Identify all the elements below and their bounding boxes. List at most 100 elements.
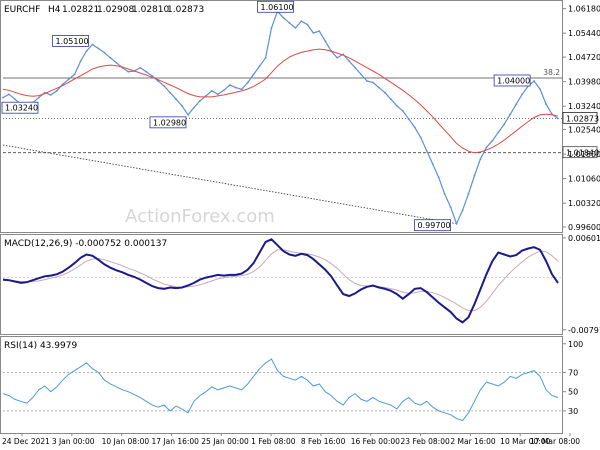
price-point — [348, 60, 351, 62]
price-point — [312, 31, 315, 34]
price-point — [533, 80, 536, 82]
x-tick-label: 25 Jan 00:00 — [201, 437, 249, 446]
y-tick-label: 100 — [568, 340, 583, 349]
y-tick-label: 1.05440 — [568, 29, 600, 38]
price-point — [55, 90, 58, 92]
price-point — [336, 56, 339, 59]
price-point — [187, 113, 189, 116]
x-tick-label: 17 Mar 08:00 — [530, 437, 580, 446]
price-point — [288, 22, 291, 24]
y-tick-label: 1.03980 — [568, 78, 600, 87]
x-tick-label: 24 Dec 2021 — [2, 437, 50, 446]
axis-layer: 1.018401.061801.054401.047201.039801.032… — [2, 5, 600, 446]
price-point — [67, 78, 70, 81]
price-point — [425, 149, 428, 152]
price-point — [91, 43, 94, 46]
price-point — [378, 86, 380, 89]
price-point — [401, 109, 404, 112]
x-tick-label: 17 Jan 16:00 — [151, 437, 199, 446]
price-point — [240, 88, 243, 91]
y-tick-label: 0.99600 — [568, 223, 600, 232]
moving-average-line — [2, 48, 559, 154]
price-point — [79, 60, 82, 62]
price-point — [467, 192, 470, 195]
annotation-layer: 1.03240 1.05100 1.02980 1.06100 0.99700 1.040… — [1, 0, 531, 232]
x-tick-label: 3 Jan 00:00 — [52, 437, 95, 446]
y-tick-label: 70 — [568, 369, 578, 378]
y-tick-label: 1.03240 — [568, 102, 600, 111]
low-value: 1.02810 — [132, 5, 169, 15]
price-point — [407, 118, 410, 121]
price-point — [258, 65, 261, 67]
x-tick-label: 2 Mar 16:00 — [450, 437, 496, 446]
price-point — [103, 51, 106, 54]
price-point — [127, 70, 130, 73]
price-point — [216, 93, 219, 96]
x-tick-label: 16 Feb 00:00 — [351, 437, 400, 446]
y-tick-label: 50 — [568, 388, 578, 397]
price-point — [461, 209, 464, 212]
price-point — [49, 94, 52, 96]
y-tick-label: 1.04720 — [568, 53, 600, 62]
rsi-label: RSI(14) 43.9979 — [4, 341, 77, 351]
price-point — [413, 126, 416, 129]
price-point — [515, 103, 518, 106]
price-point — [557, 117, 559, 120]
close-value: 1.02873 — [167, 5, 204, 15]
price-point — [443, 192, 446, 195]
price-point — [145, 70, 148, 73]
price-point — [169, 91, 171, 94]
watermark-text: ActionForex.com — [125, 206, 275, 227]
price-point — [222, 89, 225, 92]
price-annotation-label: 1.06100 — [261, 3, 294, 12]
symbol-label: EURCHF — [4, 5, 40, 15]
price-point — [85, 50, 88, 53]
x-tick-label: 1 Feb 08:00 — [251, 437, 296, 446]
price-point — [354, 66, 356, 69]
price-point — [395, 104, 398, 107]
price-point — [14, 98, 16, 101]
price-point — [234, 86, 237, 89]
price-point — [163, 85, 166, 87]
y-tick-label: 1.01800 — [568, 150, 600, 159]
price-point — [366, 80, 368, 82]
y-tick-label: 0.006017 — [568, 234, 600, 243]
price-point — [300, 20, 303, 23]
price-point — [479, 158, 482, 160]
price-point — [455, 222, 458, 225]
price-annotation-label: 1.03240 — [5, 104, 38, 113]
price-point — [228, 84, 231, 86]
price-point — [210, 90, 213, 92]
price-point — [181, 104, 183, 107]
price-point — [246, 81, 249, 84]
high-value: 1.02908 — [97, 5, 134, 15]
price-point — [437, 176, 440, 179]
timeframe-label: H4 — [48, 5, 61, 15]
price-point — [318, 30, 321, 33]
y-tick-label: -0.007911 — [568, 326, 600, 335]
macd-label: MACD(12,26,9) -0.000752 0.000137 — [4, 239, 167, 249]
price-point — [324, 40, 327, 43]
price-point — [199, 100, 201, 102]
price-point — [539, 88, 541, 91]
price-point — [264, 56, 267, 59]
chart-svg: ActionForex.com EURCHF H4 1.02821 1.0290… — [0, 0, 600, 446]
price-point — [503, 123, 506, 126]
x-tick-label: 10 Jan 08:00 — [102, 437, 150, 446]
price-point — [73, 73, 76, 76]
price-point — [193, 106, 195, 109]
rsi-series-layer — [2, 358, 562, 422]
macd-series-layer — [2, 238, 562, 324]
price-point — [252, 73, 255, 76]
y-tick-label: 1.00320 — [568, 199, 600, 208]
fib-level-label: 38.2 — [543, 68, 560, 77]
price-point — [497, 131, 500, 134]
price-point — [360, 73, 362, 76]
price-point — [390, 98, 392, 101]
price-point — [384, 91, 386, 94]
price-point — [175, 98, 177, 101]
price-annotation-label: 1.02980 — [153, 118, 186, 127]
price-point — [521, 93, 524, 96]
price-point — [109, 56, 112, 59]
price-point — [8, 93, 10, 96]
